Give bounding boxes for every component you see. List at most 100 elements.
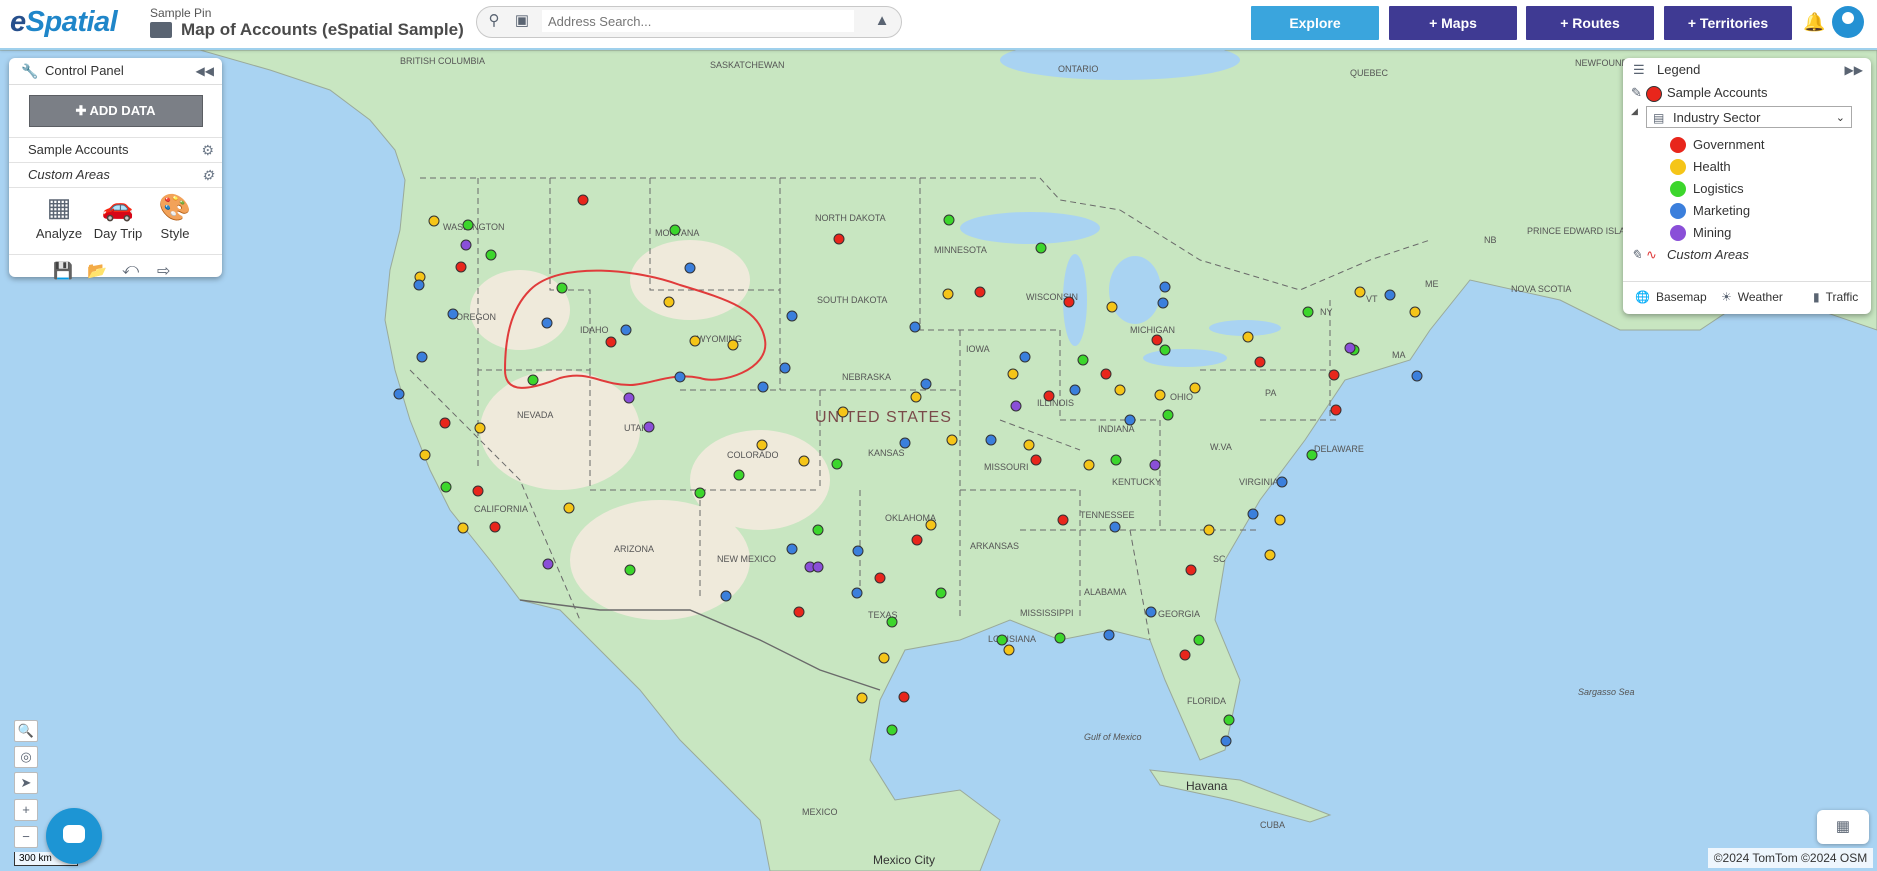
pin-mining <box>623 392 635 404</box>
pin-health <box>1189 382 1201 394</box>
pin-government <box>1185 564 1197 576</box>
layer-settings-gear-icon[interactable]: ⚙ <box>201 163 214 187</box>
control-panel-title: Control Panel <box>45 63 124 78</box>
zoom-out-button[interactable]: − <box>14 826 38 848</box>
legend-item-health[interactable]: Health <box>1623 156 1871 178</box>
export-icon[interactable]: ⇨ <box>157 261 170 281</box>
label: W.VA <box>1210 442 1232 452</box>
territory-search-icon[interactable]: ▲ <box>873 13 891 29</box>
collapse-legend-icon[interactable]: ▶▶ <box>1845 58 1863 82</box>
pin-government <box>1063 296 1075 308</box>
pin-government <box>911 534 923 546</box>
pin-mining <box>460 239 472 251</box>
map-canvas[interactable]: BRITISH COLUMBIA SASKATCHEWAN ONTARIO QU… <box>0 50 1877 871</box>
add-data-button[interactable]: ✚ ADD DATA <box>28 95 203 127</box>
collapse-panel-icon[interactable]: ◀◀ <box>196 58 214 84</box>
add-routes-button[interactable]: + Routes <box>1526 6 1654 40</box>
label: MISSISSIPPI <box>1020 608 1074 618</box>
label: VT <box>1366 294 1378 304</box>
analyze-tool[interactable]: ▦ Analyze <box>31 192 87 241</box>
layer-label: Custom Areas <box>28 167 110 182</box>
legend-item-mining[interactable]: Mining <box>1623 222 1871 244</box>
layer-custom-areas[interactable]: Custom Areas ⚙ <box>9 162 222 187</box>
pin-government <box>1030 454 1042 466</box>
pin-government <box>1330 404 1342 416</box>
pin-health <box>428 215 440 227</box>
pin-health <box>1114 384 1126 396</box>
pin-health <box>419 449 431 461</box>
label: OREGON <box>456 312 496 322</box>
legend-item-government[interactable]: Government <box>1623 134 1871 156</box>
pin-marketing <box>920 378 932 390</box>
pin-government <box>1254 356 1266 368</box>
save-warning-icon[interactable]: 💾 <box>53 261 73 281</box>
control-panel: 🔧 Control Panel ◀◀ ✚ ADD DATA Sample Acc… <box>9 58 222 280</box>
pin-health <box>798 455 810 467</box>
legend-item-marketing[interactable]: Marketing <box>1623 200 1871 222</box>
bell-icon[interactable]: 🔔 <box>1803 12 1825 33</box>
zoom-in-button[interactable]: + <box>14 799 38 821</box>
pin-government <box>1057 514 1069 526</box>
layer-settings-gear-icon[interactable]: ⚙ <box>201 138 214 162</box>
pin-health <box>663 296 675 308</box>
pin-health <box>925 519 937 531</box>
desert-patch <box>480 370 640 490</box>
zoom-box-icon[interactable]: 🔍 <box>14 720 38 742</box>
pin-logistics <box>1035 242 1047 254</box>
pin-health <box>689 335 701 347</box>
pin-government <box>833 233 845 245</box>
label: NEW MEXICO <box>717 554 776 564</box>
open-folder-icon[interactable]: 📂 <box>87 261 107 281</box>
avatar[interactable] <box>1832 6 1864 38</box>
data-grid-button[interactable]: ▦ <box>1817 810 1869 844</box>
share-icon[interactable]: ⤺ <box>122 261 139 279</box>
label: MISSOURI <box>984 462 1029 472</box>
locate-icon[interactable]: ◎ <box>14 746 38 768</box>
label: NEVADA <box>517 410 553 420</box>
desert-patch <box>470 270 570 350</box>
pin-government <box>577 194 589 206</box>
pin-logistics <box>556 282 568 294</box>
page-title[interactable]: Map of Accounts (eSpatial Sample) <box>181 20 464 40</box>
pin-marketing <box>852 545 864 557</box>
layer-label: Sample Accounts <box>28 142 129 157</box>
style-tool[interactable]: 🎨 Style <box>147 192 203 241</box>
day-trip-tool[interactable]: 🚗 Day Trip <box>90 192 146 241</box>
explore-button[interactable]: Explore <box>1251 6 1379 40</box>
brush-icon[interactable]: ✎ <box>1631 244 1642 266</box>
add-pin-icon[interactable]: ⚲ <box>485 13 503 29</box>
land-north-america <box>0 50 1877 871</box>
add-territories-button[interactable]: + Territories <box>1664 6 1792 40</box>
compass-icon[interactable]: ➤ <box>14 772 38 794</box>
industry-sector-select[interactable]: ▤ Industry Sector ⌄ <box>1646 106 1852 128</box>
pin-logistics <box>943 214 955 226</box>
basemap-button[interactable]: 🌐 Basemap <box>1635 290 1707 304</box>
traffic-button[interactable]: ▮ Traffic <box>1813 290 1858 304</box>
legend-layer-sample-accounts[interactable]: ✎ Sample Accounts <box>1623 82 1871 104</box>
label: Gulf of Mexico <box>1084 732 1142 742</box>
label: ARKANSAS <box>970 541 1019 551</box>
add-comment-icon[interactable]: ▣ <box>513 13 531 29</box>
pin-government <box>1100 368 1112 380</box>
pin-logistics <box>440 481 452 493</box>
legend-item-logistics[interactable]: Logistics <box>1623 178 1871 200</box>
category-dot <box>1670 159 1686 175</box>
weather-button[interactable]: ☀ Weather <box>1721 290 1783 304</box>
pin-marketing <box>1220 735 1232 747</box>
brush-icon[interactable]: ✎ <box>1631 82 1642 104</box>
pin-health <box>457 522 469 534</box>
pin-logistics <box>624 564 636 576</box>
address-search-input[interactable] <box>542 10 854 32</box>
expand-triangle-icon[interactable]: ◢ <box>1631 106 1638 117</box>
legend-layer-custom-areas[interactable]: ✎ ∿ Custom Areas <box>1623 244 1871 266</box>
group-by-icon: ▤ <box>1653 111 1665 125</box>
espatial-logo[interactable]: eSpatial <box>10 6 118 39</box>
label: CUBA <box>1260 820 1285 830</box>
chat-button[interactable] <box>46 808 102 864</box>
layer-sample-accounts[interactable]: Sample Accounts ⚙ <box>9 137 222 162</box>
label: ALABAMA <box>1084 587 1127 597</box>
pin-health <box>878 652 890 664</box>
pin-government <box>439 417 451 429</box>
pin-marketing <box>393 388 405 400</box>
add-maps-button[interactable]: + Maps <box>1389 6 1517 40</box>
